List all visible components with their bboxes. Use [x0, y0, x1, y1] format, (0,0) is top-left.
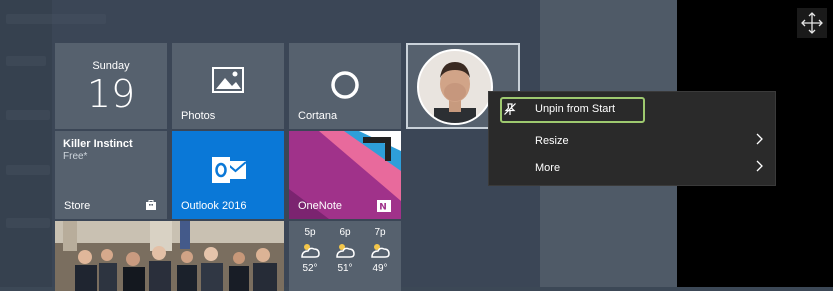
cortana-icon — [331, 71, 359, 99]
blurred-menu-item — [6, 56, 46, 66]
tile-weather[interactable]: 5p 52° 6p 51° 7p 49° — [289, 221, 401, 291]
weather-hour: 6p — [339, 227, 351, 238]
weather-temp: 51° — [337, 263, 353, 274]
svg-text:N: N — [379, 203, 387, 213]
chevron-right-icon — [756, 133, 763, 145]
outlook-icon — [212, 157, 247, 183]
store-bag-icon — [146, 200, 156, 210]
tile-label: Store — [64, 200, 91, 212]
tile-onenote[interactable]: OneNote N — [289, 131, 401, 219]
blurred-menu-item — [6, 14, 106, 24]
weather-temp: 52° — [302, 263, 318, 274]
blurred-menu-item — [6, 165, 50, 175]
weather-temp: 49° — [372, 263, 388, 274]
weather-hour-column: 6p 51° — [332, 227, 358, 274]
move-handle-button[interactable] — [797, 8, 827, 38]
photos-icon — [212, 67, 244, 93]
partly-cloudy-icon — [367, 240, 393, 262]
move-icon — [801, 12, 823, 34]
blurred-menu-item — [6, 218, 50, 228]
menu-item-unpin-from-start[interactable]: Unpin from Start — [489, 97, 777, 123]
weather-hour-column: 7p 49° — [367, 227, 393, 274]
store-app-price: Free* — [63, 151, 88, 162]
tile-photos[interactable]: Photos — [172, 43, 284, 129]
weather-hour-column: 5p 52° — [297, 227, 323, 274]
calendar-day-name: Sunday — [92, 60, 130, 72]
partly-cloudy-icon — [332, 240, 358, 262]
tile-news-photo[interactable] — [55, 221, 284, 291]
calendar-day-number: 19 — [86, 72, 136, 116]
menu-item-resize[interactable]: Resize — [489, 129, 777, 153]
tile-label: Outlook 2016 — [181, 200, 247, 212]
blurred-menu-item — [6, 110, 50, 120]
menu-item-label: Unpin from Start — [535, 103, 616, 115]
tile-label: Photos — [181, 110, 216, 122]
tile-calendar[interactable]: Sunday 19 — [55, 43, 167, 129]
news-photo-image — [55, 221, 284, 291]
store-app-title: Killer Instinct — [63, 138, 133, 150]
tile-label: Cortana — [298, 110, 338, 122]
weather-hour: 7p — [374, 227, 386, 238]
start-menu-left-pane — [0, 0, 52, 287]
contact-photo-avatar — [417, 49, 493, 125]
weather-hour: 5p — [304, 227, 316, 238]
tile-store-killer-instinct[interactable]: Killer Instinct Free* Store — [55, 131, 167, 219]
onenote-icon: N — [377, 200, 391, 212]
unpin-icon — [504, 103, 516, 115]
tile-context-menu: Unpin from Start Resize More — [488, 91, 776, 186]
tile-cortana[interactable]: Cortana — [289, 43, 401, 129]
chevron-right-icon — [756, 160, 763, 172]
tile-label: OneNote — [298, 200, 343, 212]
menu-item-label: More — [535, 162, 561, 174]
menu-item-more[interactable]: More — [489, 156, 777, 180]
partly-cloudy-icon — [297, 240, 323, 262]
menu-item-label: Resize — [535, 135, 569, 147]
tile-outlook[interactable]: Outlook 2016 — [172, 131, 284, 219]
